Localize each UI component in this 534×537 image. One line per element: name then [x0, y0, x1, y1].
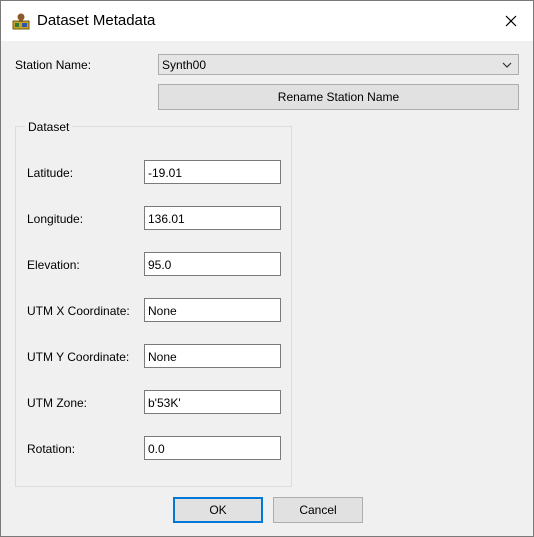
utm-y-label: UTM Y Coordinate: — [27, 350, 130, 364]
station-name-value: Synth00 — [162, 58, 207, 72]
rotation-value: 0.0 — [148, 442, 165, 456]
window-title: Dataset Metadata — [37, 12, 156, 29]
rename-station-button[interactable]: Rename Station Name — [158, 84, 519, 110]
utm-zone-field[interactable]: b'53K' — [144, 390, 281, 414]
close-button[interactable] — [489, 1, 533, 41]
station-name-label: Station Name: — [15, 58, 92, 72]
rotation-label: Rotation: — [27, 442, 76, 456]
elevation-label: Elevation: — [27, 258, 80, 272]
elevation-value: 95.0 — [148, 258, 172, 272]
utm-x-value: None — [148, 304, 177, 318]
close-icon — [505, 15, 517, 27]
ok-button[interactable]: OK — [173, 497, 263, 523]
utm-zone-label: UTM Zone: — [27, 396, 88, 410]
utm-x-label: UTM X Coordinate: — [27, 304, 130, 318]
utm-y-value: None — [148, 350, 177, 364]
dialog-window: Dataset Metadata Station Name: Synth00 R… — [0, 0, 534, 537]
chevron-down-icon — [502, 62, 512, 68]
rename-station-label: Rename Station Name — [277, 90, 400, 104]
dataset-group-title: Dataset — [25, 120, 73, 134]
latitude-value: -19.01 — [148, 166, 183, 180]
app-icon — [11, 12, 31, 30]
utm-zone-value: b'53K' — [148, 396, 181, 410]
longitude-field[interactable]: 136.01 — [144, 206, 281, 230]
station-name-select[interactable]: Synth00 — [158, 54, 519, 75]
latitude-label: Latitude: — [27, 166, 74, 180]
longitude-label: Longitude: — [27, 212, 84, 226]
elevation-field[interactable]: 95.0 — [144, 252, 281, 276]
cancel-button[interactable]: Cancel — [273, 497, 363, 523]
cancel-button-label: Cancel — [299, 503, 337, 517]
ok-button-label: OK — [209, 503, 227, 517]
utm-x-field[interactable]: None — [144, 298, 281, 322]
title-bar: Dataset Metadata — [1, 1, 533, 41]
longitude-value: 136.01 — [148, 212, 185, 226]
latitude-field[interactable]: -19.01 — [144, 160, 281, 184]
utm-y-field[interactable]: None — [144, 344, 281, 368]
rotation-field[interactable]: 0.0 — [144, 436, 281, 460]
